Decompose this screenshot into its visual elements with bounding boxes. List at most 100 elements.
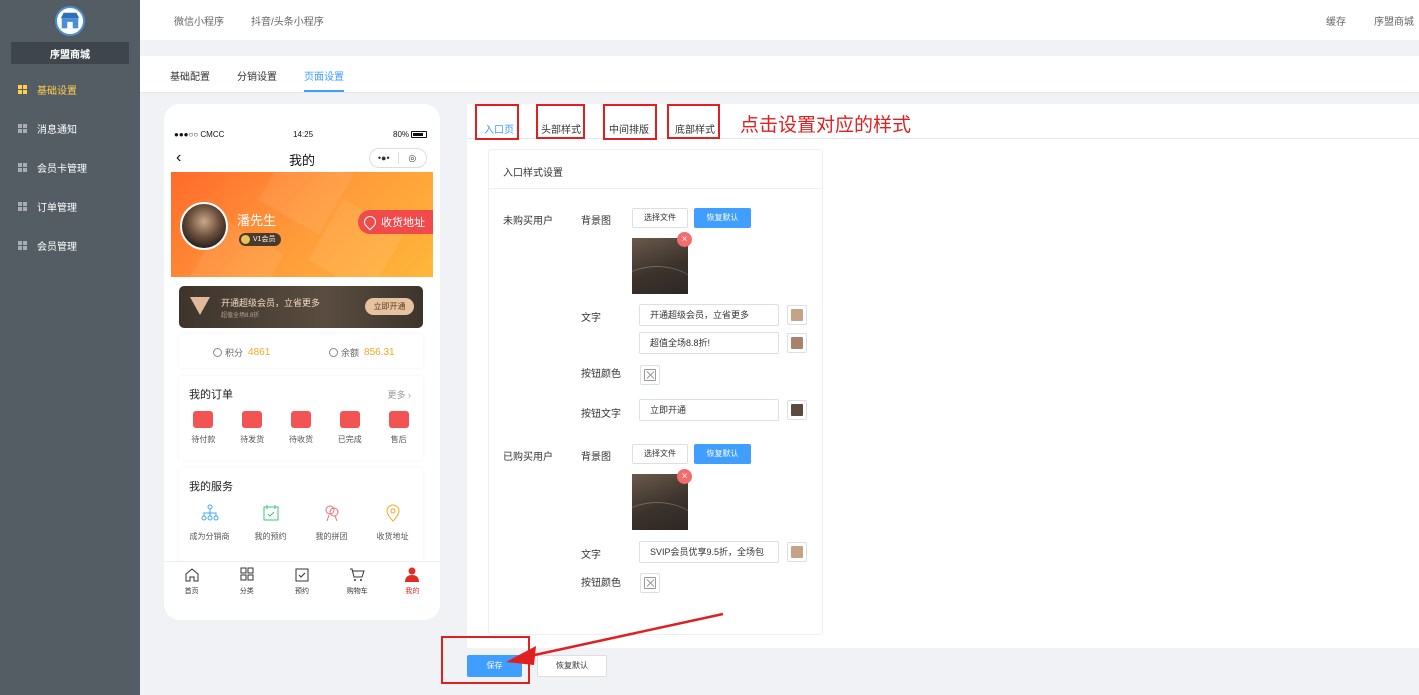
service-my-bookings[interactable]: 我的预约 [240,504,301,542]
order-status-after-sale[interactable]: 售后 [374,411,423,445]
balance-item[interactable]: 余额 856.31 [329,346,395,359]
order-status-completed[interactable]: 已完成 [325,411,374,445]
points-card: 积分 4861 余额 856.31 [179,334,423,368]
button-color-label: 按钮颜色 [581,578,621,589]
tabbar-booking[interactable]: 预约 [274,562,329,599]
truck-icon [290,411,311,428]
order-status-to-receive[interactable]: 待收货 [277,411,326,445]
location-pin-icon [385,504,400,522]
sidebar: 序盟商城 基础设置 消息通知 会员卡管理 订单管理 会员管理 [0,0,140,695]
tab-page-settings[interactable]: 页面设置 [304,68,344,83]
form-divider [489,188,822,189]
location-pin-icon [361,213,379,231]
vip-card: 开通超级会员，立省更多 超值全场8.8折 立即开通 [179,286,423,328]
service-my-group-buys[interactable]: 我的拼团 [301,504,362,542]
text-input-line1[interactable]: 开通超级会员，立省更多 [639,304,779,326]
choose-file-button[interactable]: 选择文件 [632,444,688,464]
form-title: 入口样式设置 [503,168,563,179]
points-item[interactable]: 积分 4861 [213,346,270,359]
text-color-picker[interactable] [787,542,807,562]
sidebar-item-basic-settings[interactable]: 基础设置 [0,70,140,109]
text-label: 文字 [581,313,601,324]
restore-default-button[interactable]: 恢复默认 [694,444,751,464]
shopping-cart-icon [350,568,365,581]
text-color-picker[interactable] [787,305,807,325]
topbar-cache-link[interactable]: 缓存 [1326,13,1346,28]
battery-label: 80% [393,130,410,139]
remove-image-icon[interactable]: × [677,469,692,484]
sidebar-item-member-cards[interactable]: 会员卡管理 [0,148,140,187]
annotation-box [475,104,519,140]
remove-image-icon[interactable]: × [677,232,692,247]
user-icon [405,567,420,582]
action-bar [140,648,1419,695]
wallet-icon [193,411,214,428]
tabbar-mine[interactable]: 我的 [385,562,440,599]
text-color-picker[interactable] [787,333,807,353]
balance-label: 余额 [341,348,360,358]
button-color-picker[interactable] [640,573,660,593]
check-box-icon [339,411,360,428]
tabbar-category[interactable]: 分类 [219,562,274,599]
gift-box-icon [242,411,263,428]
choose-file-button[interactable]: 选择文件 [632,208,688,228]
active-tab-underline [304,90,344,92]
tab-basic-config[interactable]: 基础配置 [170,68,210,83]
order-status-to-ship[interactable]: 待发货 [228,411,277,445]
service-become-distributor[interactable]: 成为分销商 [179,504,240,542]
text-input-line1[interactable]: SVIP会员优享9.5折，全场包 [639,541,779,563]
logo-area: 序盟商城 [0,0,140,70]
sidebar-item-members[interactable]: 会员管理 [0,226,140,265]
button-text-input[interactable]: 立即开通 [639,399,779,421]
more-icon[interactable]: •●• [370,153,398,163]
sidebar-item-orders[interactable]: 订单管理 [0,187,140,226]
capsule-menu[interactable]: •●• ◎ [369,148,427,168]
calendar-check-icon [295,568,309,582]
color-swatch [791,309,803,321]
topbar-shop-link[interactable]: 序盟商城 [1374,13,1414,28]
address-button-label: 收货地址 [381,217,425,229]
topbar-link-wechat[interactable]: 微信小程序 [174,13,224,28]
status-bar: ●●●○○ CMCC 14:25 80% [164,128,440,142]
purchased-section-label: 已购买用户 [503,452,553,463]
points-value: 4861 [248,347,271,358]
close-circle-icon[interactable]: ◎ [399,153,427,164]
restore-default-button[interactable]: 恢复默认 [694,208,751,228]
button-color-picker[interactable] [640,365,660,385]
tab-distribution[interactable]: 分销设置 [237,68,277,83]
category-grid-icon [240,567,254,581]
sidebar-item-label: 基础设置 [37,86,77,97]
mini-tab-bar: 首页 分类 预约 购物车 我的 [164,561,440,599]
button-color-label: 按钮颜色 [581,369,621,380]
wallet-icon [329,348,338,357]
topbar-link-douyin[interactable]: 抖音/头条小程序 [251,13,324,28]
button-text-color-picker[interactable] [787,400,807,420]
vip-card-subtitle: 超值全场8.8折 [221,313,260,319]
home-icon [185,568,199,582]
tabbar-home[interactable]: 首页 [164,562,219,599]
carrier-label: ●●●○○ CMCC [174,130,225,139]
sidebar-item-label: 消息通知 [37,125,77,136]
empty-color-icon [644,369,656,381]
orders-title: 我的订单 [189,389,233,401]
sidebar-item-notifications[interactable]: 消息通知 [0,109,140,148]
open-vip-button[interactable]: 立即开通 [365,298,414,315]
tabbar-cart[interactable]: 购物车 [330,562,385,599]
calendar-check-icon [263,505,278,521]
coin-icon [213,348,222,357]
avatar[interactable] [180,202,228,250]
user-name: 潘先生 [237,213,277,228]
order-status-unpaid[interactable]: 待付款 [179,411,228,445]
empty-color-icon [644,577,656,589]
sidebar-item-label: 订单管理 [37,203,77,214]
text-input-line2[interactable]: 超值全场8.8折! [639,332,779,354]
profile-banner: 潘先生 V1会员 收货地址 [171,172,433,277]
address-button[interactable]: 收货地址 [358,210,433,234]
sidebar-item-label: 会员管理 [37,242,77,253]
service-shipping-address[interactable]: 收货地址 [362,504,423,542]
grid-icon [18,85,27,94]
button-text-label: 按钮文字 [581,409,621,420]
orders-more-link[interactable]: 更多 › [387,388,411,401]
unpurchased-section-label: 未购买用户 [503,216,553,227]
background-thumbnail [632,238,688,294]
